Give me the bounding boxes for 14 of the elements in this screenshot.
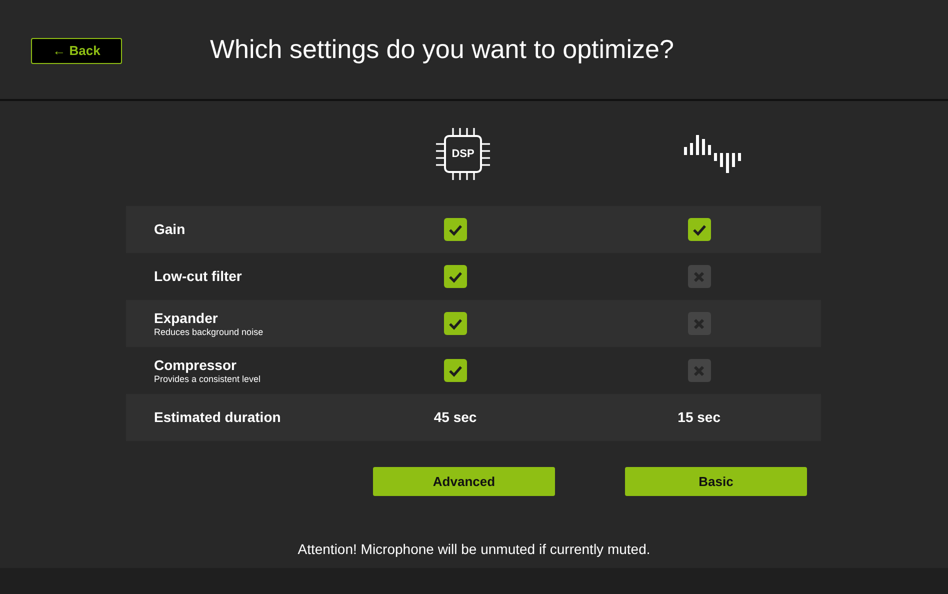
setting-label: Low-cut filter — [154, 268, 243, 285]
duration-value: 45 sec — [434, 408, 477, 427]
setting-label: Expander — [154, 310, 219, 326]
notice-text: Attention! Microphone will be unmuted if currently muted. — [298, 540, 650, 559]
page-title: Which settings do you want to optimize? — [210, 33, 674, 66]
option-button[interactable]: Basic — [625, 467, 807, 496]
option-button[interactable]: Advanced — [373, 467, 555, 496]
setting-label: Compressor — [154, 356, 238, 374]
setting-description: Provides a consistent level — [154, 374, 262, 384]
back-button[interactable]: ← Back — [31, 38, 122, 64]
setting-label: Gain — [154, 221, 186, 238]
setting-description: Reduces background noise — [154, 326, 264, 338]
setting-label: Estimated duration — [154, 409, 282, 426]
duration-value: 15 sec — [678, 408, 720, 427]
